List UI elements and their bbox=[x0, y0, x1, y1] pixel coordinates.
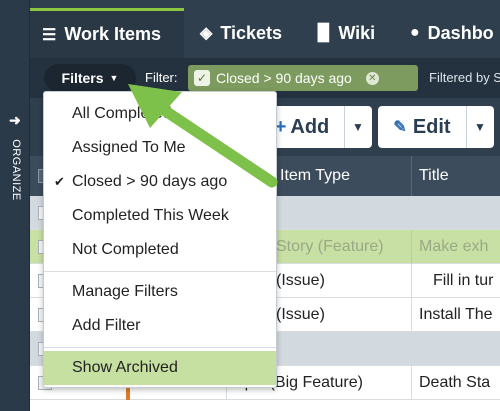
filters-button[interactable]: Filters ▼ bbox=[44, 64, 136, 92]
edit-dropdown-toggle[interactable]: ▼ bbox=[467, 120, 493, 134]
tab-label: Tickets bbox=[220, 22, 283, 43]
edit-button-group: ✎ Edit ▼ bbox=[378, 106, 494, 148]
filter-label: Filter: bbox=[145, 70, 178, 85]
menu-item-label: Assigned To Me bbox=[72, 139, 186, 156]
column-divider bbox=[411, 366, 412, 400]
cell-title: Death Sta bbox=[419, 374, 491, 391]
menu-item-closed-90-days[interactable]: ✔ Closed > 90 days ago bbox=[44, 165, 276, 199]
add-dropdown-toggle[interactable]: ▼ bbox=[345, 120, 371, 134]
cell-item-type: Story (Feature) bbox=[276, 238, 384, 255]
menu-item-label: Manage Filters bbox=[72, 283, 178, 300]
menu-item-label: All Completed bbox=[72, 105, 172, 122]
tab-label: Work Items bbox=[64, 24, 162, 44]
menu-item-assigned-to-me[interactable]: Assigned To Me bbox=[44, 131, 276, 165]
active-filter-chip[interactable]: ✓ Closed > 90 days ago ✕ bbox=[188, 65, 418, 91]
tab-work-items[interactable]: ☰ Work Items bbox=[30, 8, 184, 58]
column-divider bbox=[411, 298, 412, 332]
menu-item-add-filter[interactable]: Add Filter bbox=[44, 309, 276, 343]
add-button-label: Add bbox=[290, 115, 330, 138]
palette-icon: ● bbox=[410, 24, 420, 41]
menu-item-label: Show Archived bbox=[72, 359, 178, 376]
filters-dropdown-menu: All Completed Assigned To Me ✔ Closed > … bbox=[43, 91, 277, 388]
menu-item-not-completed[interactable]: Not Completed bbox=[44, 233, 276, 267]
caret-down-icon: ▼ bbox=[352, 120, 364, 134]
list-icon: ☰ bbox=[42, 26, 57, 44]
remove-filter-icon[interactable]: ✕ bbox=[365, 71, 379, 85]
menu-item-show-archived[interactable]: Show Archived bbox=[44, 351, 276, 385]
menu-item-manage-filters[interactable]: Manage Filters bbox=[44, 275, 276, 309]
organize-label: ORGANIZE bbox=[10, 139, 22, 201]
menu-divider bbox=[44, 347, 276, 348]
tab-wiki[interactable]: ▉ Wiki bbox=[306, 8, 396, 58]
main-tabs: ☰ Work Items ◈ Tickets ▉ Wiki ● Dashbo bbox=[30, 0, 500, 58]
edit-button-label: Edit bbox=[412, 115, 451, 138]
caret-down-icon: ▼ bbox=[474, 120, 486, 134]
document-icon: ▉ bbox=[318, 25, 331, 42]
tab-dashboard[interactable]: ● Dashbo bbox=[398, 8, 500, 58]
menu-item-all-completed[interactable]: All Completed bbox=[44, 97, 276, 131]
check-icon: ✓ bbox=[194, 70, 210, 86]
cell-title: Make exh bbox=[419, 238, 489, 255]
column-divider bbox=[411, 264, 412, 298]
arrow-right-icon: ➜ bbox=[9, 112, 21, 128]
caret-down-icon: ▼ bbox=[109, 73, 119, 83]
menu-item-label: Not Completed bbox=[72, 241, 179, 258]
menu-item-label: Completed This Week bbox=[72, 207, 229, 224]
menu-item-completed-this-week[interactable]: Completed This Week bbox=[44, 199, 276, 233]
menu-divider bbox=[44, 271, 276, 272]
cell-title: Fill in tur bbox=[433, 272, 494, 289]
filters-button-label: Filters bbox=[61, 70, 104, 86]
pencil-icon: ✎ bbox=[393, 119, 407, 136]
cell-item-type: (Issue) bbox=[276, 306, 325, 323]
filtered-by-label: Filtered by Sele bbox=[429, 70, 500, 85]
edit-button[interactable]: ✎ Edit bbox=[378, 116, 466, 139]
tab-tickets[interactable]: ◈ Tickets bbox=[188, 8, 298, 58]
checkmark-icon: ✔ bbox=[54, 174, 65, 189]
ticket-icon: ◈ bbox=[200, 25, 213, 42]
tab-label: Dashbo bbox=[427, 22, 494, 43]
column-divider bbox=[411, 230, 412, 264]
cell-item-type: (Issue) bbox=[276, 272, 325, 289]
column-header-item-type[interactable]: Item Type bbox=[280, 167, 350, 185]
menu-item-label: Closed > 90 days ago bbox=[72, 173, 228, 190]
organize-panel-toggle[interactable]: ➜ ORGANIZE bbox=[0, 0, 30, 411]
menu-item-label: Add Filter bbox=[72, 317, 141, 334]
tab-label: Wiki bbox=[338, 22, 376, 43]
active-filter-label: Closed > 90 days ago bbox=[216, 70, 352, 86]
column-divider bbox=[411, 156, 412, 196]
column-header-title[interactable]: Title bbox=[419, 167, 449, 185]
cell-title: Install The bbox=[419, 306, 493, 323]
